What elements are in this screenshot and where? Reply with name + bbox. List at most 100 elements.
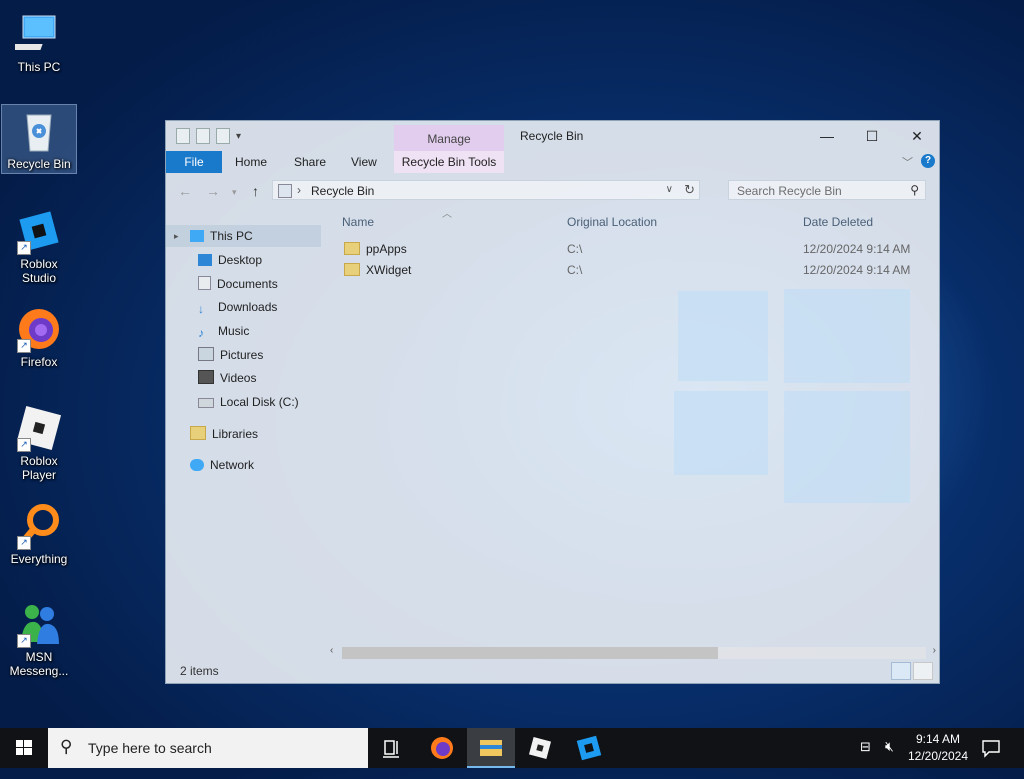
documents-icon: [198, 276, 211, 290]
desktop-icon-recycle-bin[interactable]: Recycle Bin: [1, 104, 77, 174]
taskbar-search-input[interactable]: ⚲ Type here to search: [48, 728, 368, 768]
folder-icon: [344, 242, 360, 255]
desktop-icon-label: Everything: [10, 552, 68, 566]
desktop-icon-roblox-player[interactable]: ↗ Roblox Player: [2, 402, 76, 482]
nav-desktop[interactable]: Desktop: [198, 249, 262, 271]
downloads-icon: ↓: [198, 302, 204, 316]
nav-downloads[interactable]: ↓ Downloads: [198, 296, 277, 318]
column-header-date-deleted[interactable]: Date Deleted: [803, 215, 873, 229]
computer-icon: [12, 10, 63, 58]
scroll-left-icon[interactable]: ‹: [330, 645, 333, 656]
taskbar-roblox-player[interactable]: [516, 728, 564, 768]
properties-icon[interactable]: [196, 128, 210, 144]
clock-time: 9:14 AM: [915, 732, 961, 746]
nav-label: Libraries: [212, 427, 259, 441]
minimize-button[interactable]: —: [804, 121, 850, 151]
expand-ribbon-icon[interactable]: ﹀: [902, 154, 913, 170]
recent-locations-icon[interactable]: ▾: [232, 187, 237, 198]
customize-toolbar-icon[interactable]: ▾: [236, 131, 241, 142]
refresh-icon[interactable]: ↻: [684, 182, 695, 198]
nav-label: Downloads: [218, 300, 278, 314]
everything-search-icon: ↗: [15, 502, 63, 550]
desktop-icon-firefox[interactable]: ↗ Firefox: [2, 303, 76, 373]
sort-ascending-icon: ︿: [442, 209, 452, 220]
nav-network[interactable]: Network: [190, 454, 254, 476]
network-tray-icon[interactable]: ⊟: [860, 739, 871, 779]
up-arrow-icon[interactable]: ↑: [252, 183, 259, 199]
file-row[interactable]: XWidget C:\ 12/20/2024 9:14 AM: [341, 261, 921, 281]
search-placeholder: Type here to search: [88, 740, 212, 756]
tab-view[interactable]: View: [351, 155, 377, 169]
title-bar: ▾ Manage Recycle Bin — ☐ ✕: [166, 121, 939, 151]
address-dropdown-icon[interactable]: ∨: [666, 184, 673, 195]
desktop-icon-label: Roblox Player: [20, 454, 58, 482]
nav-videos[interactable]: Videos: [198, 367, 256, 389]
tab-manage[interactable]: Manage: [394, 125, 504, 151]
network-icon: [190, 459, 204, 471]
desktop-icon-everything[interactable]: ↗ Everything: [2, 500, 76, 572]
maximize-button[interactable]: ☐: [849, 121, 895, 151]
msn-messenger-icon: ↗: [15, 600, 63, 648]
taskbar-roblox-studio[interactable]: [565, 728, 613, 768]
nav-this-pc[interactable]: ▸ This PC: [166, 225, 321, 247]
search-recycle-bin-input[interactable]: Search Recycle Bin ⚲: [728, 180, 926, 200]
nav-libraries[interactable]: Libraries: [190, 423, 258, 445]
breadcrumb-separator-icon: ›: [297, 183, 301, 197]
tab-share[interactable]: Share: [294, 155, 326, 169]
shortcut-arrow-icon: ↗: [17, 241, 31, 255]
window-app-icon[interactable]: [176, 128, 190, 144]
taskbar-firefox[interactable]: [418, 728, 466, 768]
address-bar[interactable]: › Recycle Bin ∨ ↻: [272, 180, 700, 200]
nav-label: Local Disk (C:): [220, 395, 299, 409]
window-title: Recycle Bin: [520, 129, 584, 143]
close-button[interactable]: ✕: [894, 121, 940, 151]
tab-home[interactable]: Home: [235, 155, 267, 169]
nav-pictures[interactable]: Pictures: [198, 344, 263, 366]
scrollbar-thumb[interactable]: [342, 647, 718, 659]
notification-icon: [982, 740, 1000, 758]
details-view-icon[interactable]: [891, 662, 911, 680]
start-button[interactable]: [0, 728, 48, 768]
column-header-original-location[interactable]: Original Location: [567, 215, 657, 229]
file-row[interactable]: ppApps C:\ 12/20/2024 9:14 AM: [341, 240, 921, 260]
libraries-icon: [190, 426, 206, 440]
nav-label: Music: [218, 324, 250, 338]
expand-arrow-icon[interactable]: ▸: [174, 225, 179, 247]
nav-label: This PC: [210, 229, 253, 243]
tab-recycle-bin-tools[interactable]: Recycle Bin Tools: [394, 151, 504, 173]
help-icon[interactable]: ?: [921, 154, 935, 168]
desktop-icon-label: This PC: [17, 60, 61, 74]
file-original-location: C:\: [567, 263, 583, 277]
nav-music[interactable]: ♪ Music: [198, 320, 249, 342]
nav-local-disk[interactable]: Local Disk (C:): [198, 391, 299, 413]
desktop-icon-this-pc[interactable]: This PC: [2, 8, 76, 78]
computer-icon: [190, 230, 204, 242]
desktop-icon-label: Recycle Bin: [7, 157, 71, 171]
action-center-button[interactable]: [980, 737, 1002, 777]
folder-icon: [344, 263, 360, 276]
nav-label: Network: [210, 458, 255, 472]
taskbar-file-explorer[interactable]: [467, 728, 515, 768]
scroll-right-icon[interactable]: ›: [933, 645, 936, 656]
taskbar-clock[interactable]: 9:14 AM 12/20/2024: [902, 731, 974, 765]
horizontal-scrollbar[interactable]: ‹ ›: [328, 645, 938, 661]
column-header-name[interactable]: Name: [342, 215, 374, 229]
music-icon: ♪: [198, 326, 204, 340]
nav-label: Videos: [220, 371, 257, 385]
recycle-bin-small-icon: [278, 184, 292, 198]
desktop-icon-msn-messenger[interactable]: ↗ MSN Messeng...: [2, 598, 76, 684]
roblox-studio-icon: [576, 735, 602, 761]
tab-file[interactable]: File: [166, 151, 222, 173]
nav-documents[interactable]: Documents: [198, 273, 278, 295]
search-placeholder: Search Recycle Bin: [737, 184, 842, 198]
roblox-studio-icon: ↗: [15, 207, 63, 255]
forward-arrow-icon[interactable]: →: [206, 183, 220, 199]
roblox-player-icon: [528, 736, 552, 760]
new-folder-icon[interactable]: [216, 128, 230, 144]
back-arrow-icon[interactable]: ←: [178, 183, 192, 199]
task-view-button[interactable]: [368, 728, 416, 768]
desktop-icon-roblox-studio[interactable]: ↗ Roblox Studio: [2, 205, 76, 285]
volume-muted-icon[interactable]: 🔇︎: [885, 738, 894, 778]
videos-icon: [198, 370, 214, 384]
large-icons-view-icon[interactable]: [913, 662, 933, 680]
